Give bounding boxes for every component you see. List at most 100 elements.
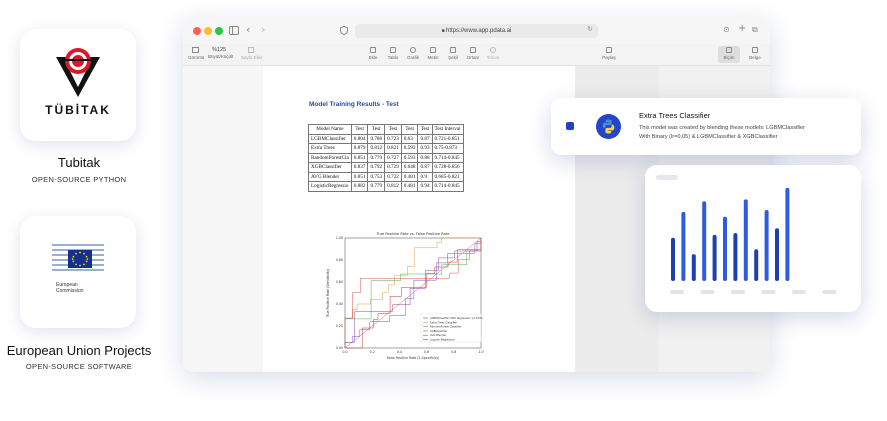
bar [681, 211, 686, 281]
table-header-cell: Test [384, 124, 402, 135]
table-icon [390, 47, 396, 53]
media-icon [470, 47, 476, 53]
bar [702, 201, 707, 281]
table-cell: 0.714-0.845 [431, 181, 464, 192]
bar-label-placeholder [700, 290, 715, 294]
minimize-window-button[interactable] [204, 27, 212, 35]
table-cell: 0.481 [400, 181, 419, 192]
table-row: RandomForestCla 0.851 0.779 0.727 0.593 0.88 0… [308, 152, 464, 163]
bar-chart-card [645, 165, 861, 312]
shield-icon[interactable] [340, 26, 348, 35]
table-row: XGBClassifier 0.837 0.792 0.729 0.648 0.87 0.7… [308, 162, 464, 173]
document-page[interactable]: Model Training Results - Test Model Name… [263, 66, 575, 372]
model-select-checkbox[interactable] [566, 122, 574, 130]
table-cell: 0.721-0.851 [431, 133, 464, 144]
toolbar-document[interactable]: Belge [743, 47, 767, 60]
table-header-cell: Test Interval [431, 124, 464, 135]
roc-y-tick-label: 0.00 [336, 346, 343, 350]
close-window-button[interactable] [193, 27, 201, 35]
table-cell: 0.753 [367, 171, 386, 182]
roc-y-tick-label: 0.80 [336, 258, 343, 262]
toolbar-add-page[interactable]: Sayfa Ekle [241, 47, 263, 60]
table-cell: Extra Trees [308, 143, 352, 154]
table-cell: 0.837 [350, 162, 369, 173]
table-cell: 0.804 [350, 133, 369, 144]
table-row: LGBMClassifier 0.804 0.786 0.723 0.63 0.87 0.7… [308, 133, 464, 144]
table-header-cell: Test [350, 124, 369, 135]
bar-label-placeholder [731, 290, 745, 294]
table-cell: 0.75-0.873 [431, 143, 464, 154]
forward-icon[interactable]: › [261, 23, 265, 36]
table-cell: 0.722 [384, 171, 402, 182]
app-toolbar: Görüntü %125 Büyüt/Küçült Sayfa Ekle Ekl… [183, 44, 770, 66]
bar [785, 187, 790, 281]
browser-titlebar: ‹ › ■ https://www.app.pdata.ai ↻ ⊙ + ⧉ [183, 18, 770, 44]
roc-chart: True Positive Rate vs. False Positive Ra… [326, 232, 484, 360]
roc-legend-entry: XGBClassifier [430, 329, 448, 333]
table-cell: 0.9 [417, 171, 433, 182]
roc-legend-entry: Logistic Regression [430, 338, 455, 342]
text-icon [430, 47, 436, 53]
url-bar[interactable]: ■ https://www.app.pdata.ai [355, 24, 598, 38]
table-cell: 0.779 [367, 152, 386, 163]
toolbar-comment[interactable]: Yorum [481, 47, 505, 60]
table-cell: 0.882 [350, 181, 369, 192]
roc-y-tick-label: 0.20 [336, 324, 343, 328]
model-card[interactable]: Extra Trees Classifier This model was cr… [551, 98, 861, 155]
eu-logo-text-2: Commission [56, 288, 84, 294]
back-icon[interactable]: ‹ [246, 23, 250, 36]
tubitak-subtitle: OPEN-SOURCE PYTHON [31, 175, 127, 184]
table-header-cell: Test [367, 124, 386, 135]
roc-legend-entry: RandomForest Classifier [430, 325, 462, 329]
eu-title: European Union Projects [6, 343, 152, 358]
shape-icon [450, 47, 456, 53]
model-card-description-2: With Binary (lr=0.05) & LGBMClassifier &… [639, 134, 778, 140]
document-title: Model Training Results - Test [309, 101, 399, 108]
table-cell: 0.729 [384, 162, 402, 173]
bar [764, 210, 769, 281]
table-cell: RandomForestCla [308, 152, 352, 163]
bar-label-placeholder [822, 290, 837, 294]
table-cell: 0.63 [400, 133, 419, 144]
roc-ylabel: True Positive Rate (Sensitivity) [326, 269, 330, 319]
roc-y-tick-label: 1.00 [336, 236, 343, 240]
table-cell: 0.93 [417, 143, 433, 154]
toolbar-share[interactable]: Paylaş [597, 47, 621, 60]
toolbar-view[interactable]: Görüntü [188, 47, 204, 60]
table-row: LogisticRegressio 0.882 0.779 0.812 0.481 0.9… [308, 181, 464, 192]
roc-title: True Positive Rate vs. False Positive Ra… [376, 232, 451, 236]
table-cell: AVG Blender [308, 171, 352, 182]
download-icon[interactable]: ⊙ [723, 25, 730, 34]
maximize-window-button[interactable] [215, 27, 223, 35]
table-cell: 0.728-0.856 [431, 162, 464, 173]
table-row: Extra Trees 0.879 0.812 0.821 0.593 0.93 0.75-… [308, 143, 464, 154]
sidebar-toggle-icon[interactable] [229, 26, 239, 35]
table-row: AVG Blender 0.851 0.753 0.722 0.481 0.9 0.685-… [308, 171, 464, 182]
roc-y-tick-label: 0.60 [336, 280, 343, 284]
toolbar-format[interactable]: Biçim [717, 47, 741, 60]
roc-xlabel: False Positive Rate (1-Specificity) [387, 356, 440, 360]
reload-icon[interactable]: ↻ [587, 25, 593, 33]
eu-subtitle: OPEN-SOURCE SOFTWARE [25, 362, 133, 371]
table-cell: 0.792 [367, 162, 386, 173]
new-tab-icon[interactable]: + [738, 23, 746, 34]
tubitak-logo-card[interactable]: TÜBİTAK [20, 29, 136, 141]
table-cell: 0.812 [384, 181, 402, 192]
eu-logo-card[interactable]: European Commission [20, 216, 136, 328]
format-brush-icon [726, 47, 732, 53]
url-text: https://www.app.pdata.ai [446, 28, 512, 34]
table-cell: 0.879 [350, 143, 369, 154]
share-icon [606, 47, 612, 53]
toolbar-zoom[interactable]: %125 Büyüt/Küçült [208, 47, 233, 59]
tubitak-title: Tubitak [57, 155, 101, 170]
tabs-overview-icon[interactable]: ⧉ [752, 25, 758, 35]
bar [723, 216, 727, 281]
bar [733, 233, 738, 281]
table-cell: 0.714-0.845 [431, 152, 464, 163]
page-thumbnails-sidebar [183, 66, 263, 372]
table-cell: LogisticRegressio [308, 181, 352, 192]
tubitak-logo-text: TÜBİTAK [45, 103, 111, 117]
tubitak-logo-icon [56, 48, 100, 97]
add-page-icon [248, 47, 254, 53]
roc-y-tick-label: 0.40 [336, 302, 343, 306]
